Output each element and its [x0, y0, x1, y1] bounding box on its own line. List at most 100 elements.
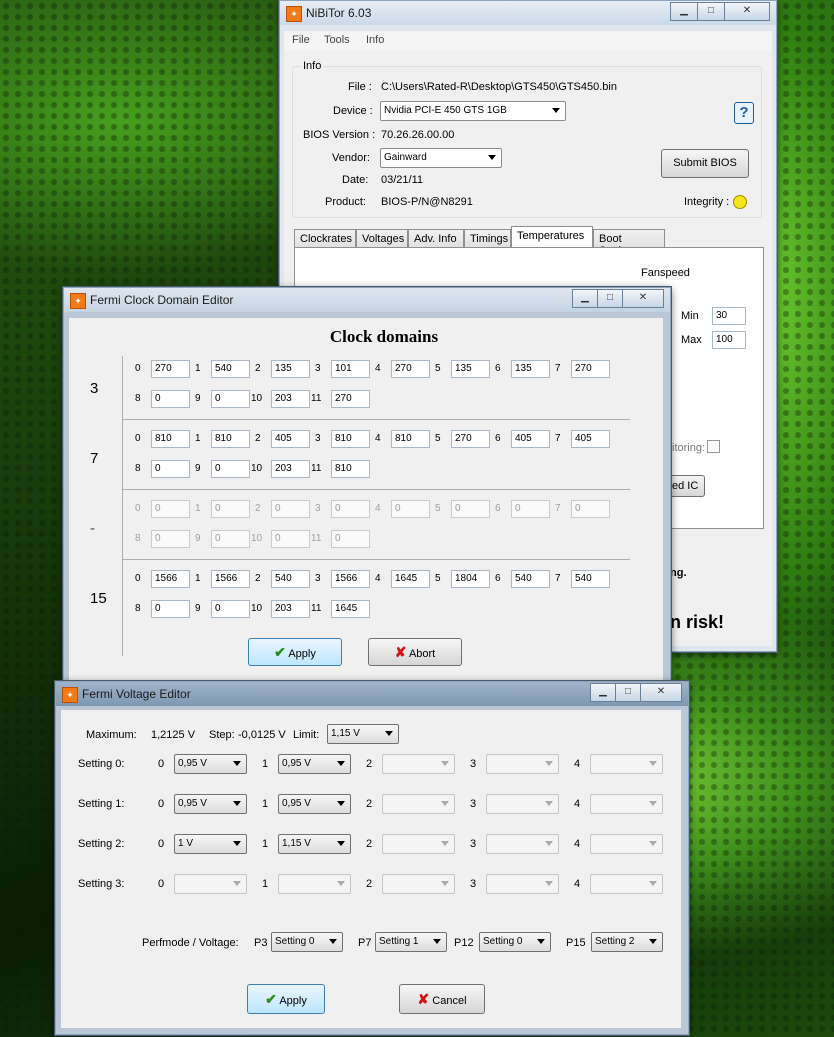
clock-domain-input[interactable]: 405: [271, 430, 310, 448]
monitoring-label: itoring:: [672, 442, 706, 454]
apply-button[interactable]: ✔ Apply: [247, 984, 325, 1014]
device-select[interactable]: Nvidia PCI-E 450 GTS 1GB: [380, 101, 566, 121]
abort-button[interactable]: ✘ Abort: [368, 638, 462, 666]
maximize-button[interactable]: □: [615, 683, 641, 702]
close-button[interactable]: ✕: [724, 2, 770, 21]
clock-domain-input[interactable]: 270: [571, 360, 610, 378]
voltage-select[interactable]: 0,95 V: [174, 794, 247, 814]
clock-domain-input[interactable]: 101: [331, 360, 370, 378]
clock-domain-input[interactable]: 270: [331, 390, 370, 408]
menu-info[interactable]: Info: [366, 34, 384, 46]
menu-tools[interactable]: Tools: [324, 34, 350, 46]
clock-domain-input[interactable]: 1804: [451, 570, 490, 588]
chevron-down-icon: [385, 731, 393, 736]
clock-domain-input[interactable]: 540: [571, 570, 610, 588]
warning-text-2: n risk!: [670, 612, 725, 632]
clock-domain-input[interactable]: 0: [211, 390, 250, 408]
menu-file[interactable]: File: [292, 34, 310, 46]
clock-domain-input[interactable]: 1566: [151, 570, 190, 588]
tab-adv-info[interactable]: Adv. Info: [408, 229, 464, 248]
clock-index-label: 1: [195, 363, 201, 374]
clock-index-label: 0: [135, 573, 141, 584]
chevron-down-icon: [337, 881, 345, 886]
maximize-button[interactable]: □: [697, 2, 725, 21]
apply-button[interactable]: ✔ Apply: [248, 638, 342, 666]
voltage-select[interactable]: 0,95 V: [174, 754, 247, 774]
clock-index-label: 8: [135, 533, 141, 544]
window-title: NiBiTor 6.03: [306, 6, 372, 20]
limit-select[interactable]: 1,15 V: [327, 724, 399, 744]
product-value: BIOS-P/N@N8291: [381, 196, 473, 208]
close-button[interactable]: ✕: [640, 683, 682, 702]
clock-domain-input[interactable]: 0: [151, 390, 190, 408]
perfmode-select[interactable]: Setting 1: [375, 932, 447, 952]
chevron-down-icon: [329, 939, 337, 944]
chevron-down-icon: [441, 801, 449, 806]
submit-bios-button[interactable]: Submit BIOS: [661, 149, 749, 178]
menu-bar: File Tools Info: [284, 31, 772, 50]
clock-domain-input[interactable]: 810: [151, 430, 190, 448]
voltage-select[interactable]: 0,95 V: [278, 794, 351, 814]
clock-domain-input[interactable]: 135: [511, 360, 550, 378]
help-button[interactable]: ?: [734, 102, 754, 124]
chevron-down-icon: [488, 155, 496, 160]
clock-domain-input[interactable]: 1645: [391, 570, 430, 588]
clock-domain-input[interactable]: 810: [331, 460, 370, 478]
clock-domain-input[interactable]: 1566: [331, 570, 370, 588]
clock-index-label: 7: [555, 503, 561, 514]
fan-max-input[interactable]: 100: [712, 331, 746, 349]
clock-index-label: 9: [195, 463, 201, 474]
monitoring-checkbox[interactable]: [707, 440, 720, 453]
tab-timings[interactable]: Timings: [464, 229, 511, 248]
minimize-button[interactable]: ▁: [572, 289, 598, 308]
cancel-button[interactable]: ✘ Cancel: [399, 984, 485, 1014]
voltage-select: [590, 834, 663, 854]
voltage-select[interactable]: 1,15 V: [278, 834, 351, 854]
fan-min-input[interactable]: 30: [712, 307, 746, 325]
clock-editor-titlebar[interactable]: ✦ Fermi Clock Domain Editor ▁ □ ✕: [64, 288, 670, 312]
clock-domain-input[interactable]: 405: [571, 430, 610, 448]
clock-domain-input[interactable]: 810: [211, 430, 250, 448]
tab-boot-settings[interactable]: Boot Settings: [593, 229, 665, 257]
clock-domain-input[interactable]: 135: [271, 360, 310, 378]
clock-domain-input[interactable]: 0: [151, 460, 190, 478]
chevron-down-icon: [649, 939, 657, 944]
clock-domain-input[interactable]: 540: [271, 570, 310, 588]
clock-domain-input[interactable]: 0: [151, 600, 190, 618]
clock-domain-input[interactable]: 540: [511, 570, 550, 588]
tab-clockrates[interactable]: Clockrates: [294, 229, 356, 248]
perfmode-select[interactable]: Setting 0: [479, 932, 551, 952]
clock-domain-input[interactable]: 135: [451, 360, 490, 378]
voltage-editor-titlebar[interactable]: ✦ Fermi Voltage Editor ▁ □ ✕: [56, 682, 688, 706]
clock-domain-input[interactable]: 405: [511, 430, 550, 448]
clock-domain-input[interactable]: 1645: [331, 600, 370, 618]
clock-domain-input[interactable]: 270: [151, 360, 190, 378]
clock-domain-input[interactable]: 203: [271, 390, 310, 408]
clock-domain-input[interactable]: 203: [271, 460, 310, 478]
clock-domain-input[interactable]: 0: [211, 460, 250, 478]
minimize-button[interactable]: ▁: [670, 2, 698, 21]
vendor-select[interactable]: Gainward: [380, 148, 502, 168]
clock-index-label: 5: [435, 433, 441, 444]
voltage-select[interactable]: 1 V: [174, 834, 247, 854]
clock-domains-heading: Clock domains: [329, 327, 439, 346]
clock-domain-input[interactable]: 203: [271, 600, 310, 618]
clock-domain-input[interactable]: 540: [211, 360, 250, 378]
clock-group-label: -: [90, 520, 95, 537]
nibitor-titlebar[interactable]: ✦ NiBiTor 6.03 ▁ □ ✕: [280, 1, 776, 25]
maximize-button[interactable]: □: [597, 289, 623, 308]
clock-domain-input[interactable]: 1566: [211, 570, 250, 588]
clock-domain-input[interactable]: 270: [391, 360, 430, 378]
chevron-down-icon: [649, 841, 657, 846]
perfmode-select[interactable]: Setting 0: [271, 932, 343, 952]
close-button[interactable]: ✕: [622, 289, 664, 308]
tab-voltages[interactable]: Voltages: [356, 229, 408, 248]
clock-domain-input[interactable]: 810: [391, 430, 430, 448]
clock-domain-input[interactable]: 810: [331, 430, 370, 448]
minimize-button[interactable]: ▁: [590, 683, 616, 702]
voltage-select[interactable]: 0,95 V: [278, 754, 351, 774]
tab-temperatures[interactable]: Temperatures: [511, 226, 593, 248]
clock-domain-input[interactable]: 0: [211, 600, 250, 618]
perfmode-select[interactable]: Setting 2: [591, 932, 663, 952]
clock-domain-input[interactable]: 270: [451, 430, 490, 448]
